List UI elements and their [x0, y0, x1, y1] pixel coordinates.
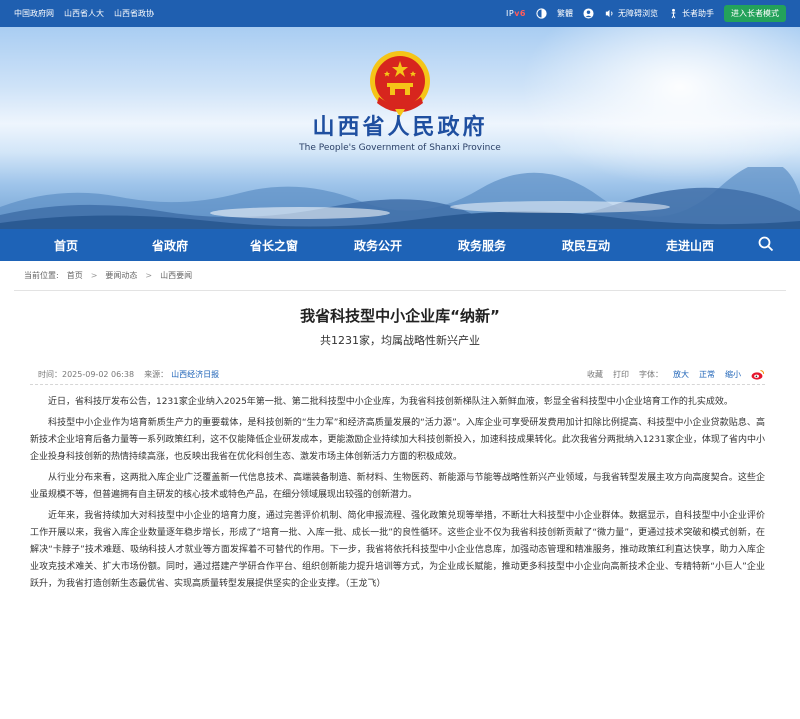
accessibility-link[interactable]: 无障碍浏览: [604, 8, 658, 19]
nav-gov-services[interactable]: 政务服务: [430, 237, 534, 254]
article-source[interactable]: 山西经济日报: [171, 369, 219, 380]
article-paragraph: 科技型中小企业作为培育新质生产力的重要载体，是科技创新的“生力军”和经济高质量发…: [30, 418, 765, 462]
top-tools: IPv6 繁體 无障碍浏览 长者助手 进入长者模式: [506, 5, 786, 22]
site-subtitle: The People's Government of Shanxi Provin…: [299, 143, 501, 153]
contrast-toggle[interactable]: [536, 8, 547, 19]
nav-about-shanxi[interactable]: 走进山西: [638, 237, 742, 254]
site-title: 山西省人民政府: [312, 114, 488, 140]
article-paragraph: 从行业分布来看，这两批入库企业广泛覆盖新一代信息技术、高端装备制造、新材料、生物…: [30, 473, 765, 500]
breadcrumb-news[interactable]: 要闻动态: [105, 270, 137, 281]
accessibility-label: 无障碍浏览: [618, 9, 658, 18]
article-subtitle: 共1231家，均属战略性新兴产业: [320, 334, 480, 347]
elder-helper-link[interactable]: 长者助手: [668, 8, 714, 19]
article-meta: 时间： 2025-09-02 06:38 来源： 山西经济日报 收藏 打印 字体…: [30, 365, 765, 385]
breadcrumb-sep: >: [90, 271, 98, 280]
breadcrumb: 当前位置: 首页 > 要闻动态 > 山西要闻: [14, 261, 786, 291]
top-link-npc[interactable]: 山西省人大: [64, 8, 104, 19]
nav-gov-affairs-open[interactable]: 政务公开: [326, 237, 430, 254]
contrast-icon: [536, 8, 547, 19]
article-tools: 收藏 打印 字体： 放大 正常 缩小: [587, 369, 765, 380]
mountain-scenery: [0, 167, 800, 229]
breadcrumb-label: 当前位置:: [24, 271, 59, 280]
user-icon-button[interactable]: [583, 8, 594, 19]
elder-helper-label: 长者助手: [682, 9, 714, 18]
top-link-cppcc[interactable]: 山西省政协: [114, 8, 154, 19]
banner-glow: [520, 27, 800, 187]
weibo-share-icon[interactable]: [751, 369, 765, 380]
top-links: 中国政府网 山西省人大 山西省政协: [14, 8, 154, 19]
breadcrumb-home[interactable]: 首页: [67, 270, 83, 281]
elder-mode-button[interactable]: 进入长者模式: [724, 5, 786, 22]
font-small-button[interactable]: 缩小: [725, 369, 741, 380]
print-button[interactable]: 打印: [613, 369, 629, 380]
ipv6-text-a: IP: [506, 9, 515, 18]
font-size-label: 字体：: [639, 370, 663, 379]
source-label: 来源：: [144, 370, 169, 379]
time-label: 时间：: [38, 370, 62, 379]
top-link-gov[interactable]: 中国政府网: [14, 8, 54, 19]
nav-provincial-gov[interactable]: 省政府: [118, 237, 222, 254]
top-bar: 中国政府网 山西省人大 山西省政协 IPv6 繁體 无障碍浏览 长者助手 进入长…: [0, 0, 800, 27]
article-paragraph: 近日，省科技厅发布公告，1231家企业纳入2025年第一批、第二批科技型中小企业…: [48, 397, 733, 407]
main-nav: 首页 省政府 省长之窗 政务公开 政务服务 政民互动 走进山西: [0, 229, 800, 261]
article-paragraph: 近年来，我省持续加大对科技型中小企业的培育力度，通过完善评价机制、简化申报流程、…: [30, 511, 765, 589]
publish-time: 2025-09-02 06:38: [62, 370, 135, 379]
nav-interaction[interactable]: 政民互动: [534, 237, 638, 254]
nav-governor-window[interactable]: 省长之窗: [222, 237, 326, 254]
font-large-button[interactable]: 放大: [673, 369, 689, 380]
accessibility-icon: [605, 9, 613, 18]
user-icon: [583, 8, 594, 19]
article-title: 我省科技型中小企业库“纳新”: [300, 307, 500, 325]
header-banner: 山西省人民政府 The People's Government of Shanx…: [0, 27, 800, 229]
ipv6-badge: IPv6: [506, 9, 526, 18]
search-icon[interactable]: [758, 236, 774, 252]
favorite-button[interactable]: 收藏: [587, 369, 603, 380]
traditional-chinese-link[interactable]: 繁體: [557, 8, 573, 19]
breadcrumb-sep: >: [145, 271, 153, 280]
article-body: 近日，省科技厅发布公告，1231家企业纳入2025年第一批、第二批科技型中小企业…: [30, 394, 765, 597]
font-normal-button[interactable]: 正常: [699, 369, 715, 380]
breadcrumb-shanxi-news[interactable]: 山西要闻: [160, 270, 192, 281]
nav-home[interactable]: 首页: [14, 237, 118, 254]
elder-icon: [671, 8, 676, 19]
ipv6-text-b: v6: [514, 9, 526, 18]
